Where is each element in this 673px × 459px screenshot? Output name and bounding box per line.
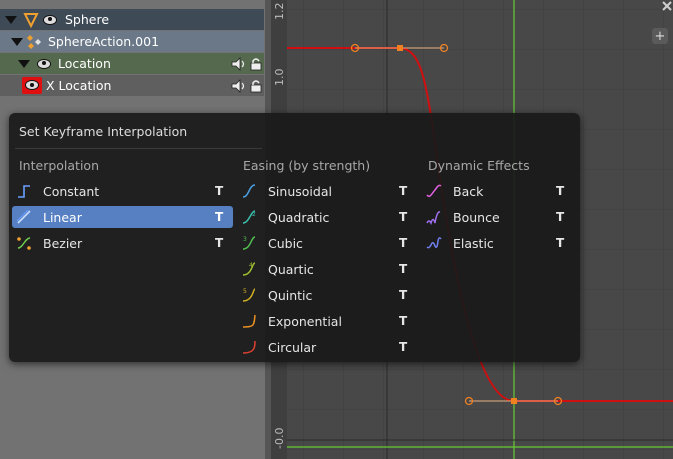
shortcut-key: T	[215, 236, 224, 250]
channel-row-x-location[interactable]: X Location	[0, 75, 264, 96]
shortcut-key: T	[399, 262, 408, 276]
channel-row-group[interactable]: Location	[0, 53, 264, 74]
channel-label: X Location	[46, 78, 112, 93]
menu-item-quintic[interactable]: 5 Quintic T	[237, 284, 417, 306]
svg-text:5: 5	[243, 288, 247, 295]
menu-item-bezier[interactable]: Bezier T	[12, 232, 233, 254]
triangle-down-icon[interactable]	[18, 59, 30, 68]
menu-item-circular[interactable]: Circular T	[237, 336, 417, 358]
cubic-curve-icon: 3	[241, 235, 257, 251]
quartic-curve-icon: 4	[241, 261, 257, 277]
svg-text:+: +	[655, 29, 666, 44]
object-label: Sphere	[65, 12, 110, 27]
menu-item-cubic[interactable]: 3 Cubic T	[237, 232, 417, 254]
visibility-eye-icon[interactable]	[25, 80, 39, 90]
menu-item-label: Cubic	[268, 235, 303, 251]
menu-item-elastic[interactable]: Elastic T	[422, 232, 574, 254]
menu-item-label: Exponential	[268, 313, 342, 329]
menu-item-label: Sinusoidal	[268, 183, 332, 199]
shortcut-key: T	[399, 210, 408, 224]
menu-item-label: Linear	[43, 209, 82, 225]
quadratic-curve-icon: 2	[241, 209, 257, 225]
menu-item-quadratic[interactable]: 2 Quadratic T	[237, 206, 417, 228]
visibility-eye-icon[interactable]	[37, 58, 51, 69]
action-label: SphereAction.001	[48, 34, 160, 49]
triangle-down-icon[interactable]	[11, 37, 23, 46]
keyframe-point[interactable]	[397, 45, 403, 51]
ruler-tick: 1.0	[273, 68, 286, 87]
column-heading-dynamic: Dynamic Effects	[428, 158, 530, 173]
shortcut-key: T	[215, 184, 224, 198]
svg-text:3: 3	[243, 236, 247, 243]
menu-item-quartic[interactable]: 4 Quartic T	[237, 258, 417, 280]
menu-item-exponential[interactable]: Exponential T	[237, 310, 417, 332]
shortcut-key: T	[556, 184, 565, 198]
menu-item-label: Bounce	[453, 209, 500, 225]
shortcut-key: T	[399, 288, 408, 302]
shortcut-key: T	[399, 236, 408, 250]
menu-item-sinusoidal[interactable]: Sinusoidal T	[237, 180, 417, 202]
lock-icon[interactable]	[250, 57, 262, 71]
menu-item-constant[interactable]: Constant T	[12, 180, 233, 202]
shortcut-key: T	[556, 236, 565, 250]
exponential-curve-icon	[241, 313, 257, 329]
linear-curve-icon	[16, 209, 32, 225]
svg-text:4: 4	[249, 262, 253, 269]
object-icon	[23, 12, 39, 28]
sinusoidal-curve-icon	[241, 183, 257, 199]
back-curve-icon	[426, 183, 442, 199]
channel-row-object[interactable]: Sphere	[0, 9, 264, 30]
menu-separator	[15, 148, 262, 149]
visibility-eye-icon[interactable]	[43, 14, 57, 25]
menu-item-label: Bezier	[43, 235, 83, 251]
menu-item-label: Quintic	[268, 287, 313, 303]
lock-icon[interactable]	[250, 79, 262, 93]
interpolation-popup-menu: Set Keyframe Interpolation Interpolation…	[9, 113, 580, 362]
column-heading-interpolation: Interpolation	[19, 158, 99, 173]
shortcut-key: T	[399, 340, 408, 354]
channel-color-swatch[interactable]	[22, 77, 42, 94]
channel-row-action[interactable]: SphereAction.001	[0, 31, 264, 52]
quintic-curve-icon: 5	[241, 287, 257, 303]
menu-item-bounce[interactable]: Bounce T	[422, 206, 574, 228]
bezier-curve-icon	[16, 235, 32, 251]
elastic-curve-icon	[426, 235, 442, 251]
menu-item-label: Circular	[268, 339, 317, 355]
menu-item-back[interactable]: Back T	[422, 180, 574, 202]
menu-title: Set Keyframe Interpolation	[19, 124, 188, 139]
keyframe-point[interactable]	[511, 398, 517, 404]
ruler-tick: 1.2	[273, 2, 286, 21]
speaker-icon[interactable]	[231, 56, 247, 71]
triangle-down-icon[interactable]	[5, 15, 17, 24]
menu-item-label: Quadratic	[268, 209, 330, 225]
group-label: Location	[58, 56, 111, 71]
menu-item-label: Back	[453, 183, 484, 199]
menu-item-linear[interactable]: Linear T	[12, 206, 233, 228]
shortcut-key: T	[399, 184, 408, 198]
shortcut-key: T	[215, 210, 224, 224]
constant-curve-icon	[16, 183, 32, 199]
action-icon	[27, 34, 41, 49]
circular-curve-icon	[241, 339, 257, 355]
shortcut-key: T	[556, 210, 565, 224]
shortcut-key: T	[399, 314, 408, 328]
speaker-icon[interactable]	[231, 78, 247, 93]
column-heading-easing: Easing (by strength)	[243, 158, 371, 173]
menu-item-label: Constant	[43, 183, 100, 199]
bounce-curve-icon	[426, 209, 442, 225]
svg-text:2: 2	[252, 211, 256, 218]
ruler-tick: -0.0	[273, 427, 286, 449]
menu-item-label: Elastic	[453, 235, 494, 251]
menu-item-label: Quartic	[268, 261, 314, 277]
